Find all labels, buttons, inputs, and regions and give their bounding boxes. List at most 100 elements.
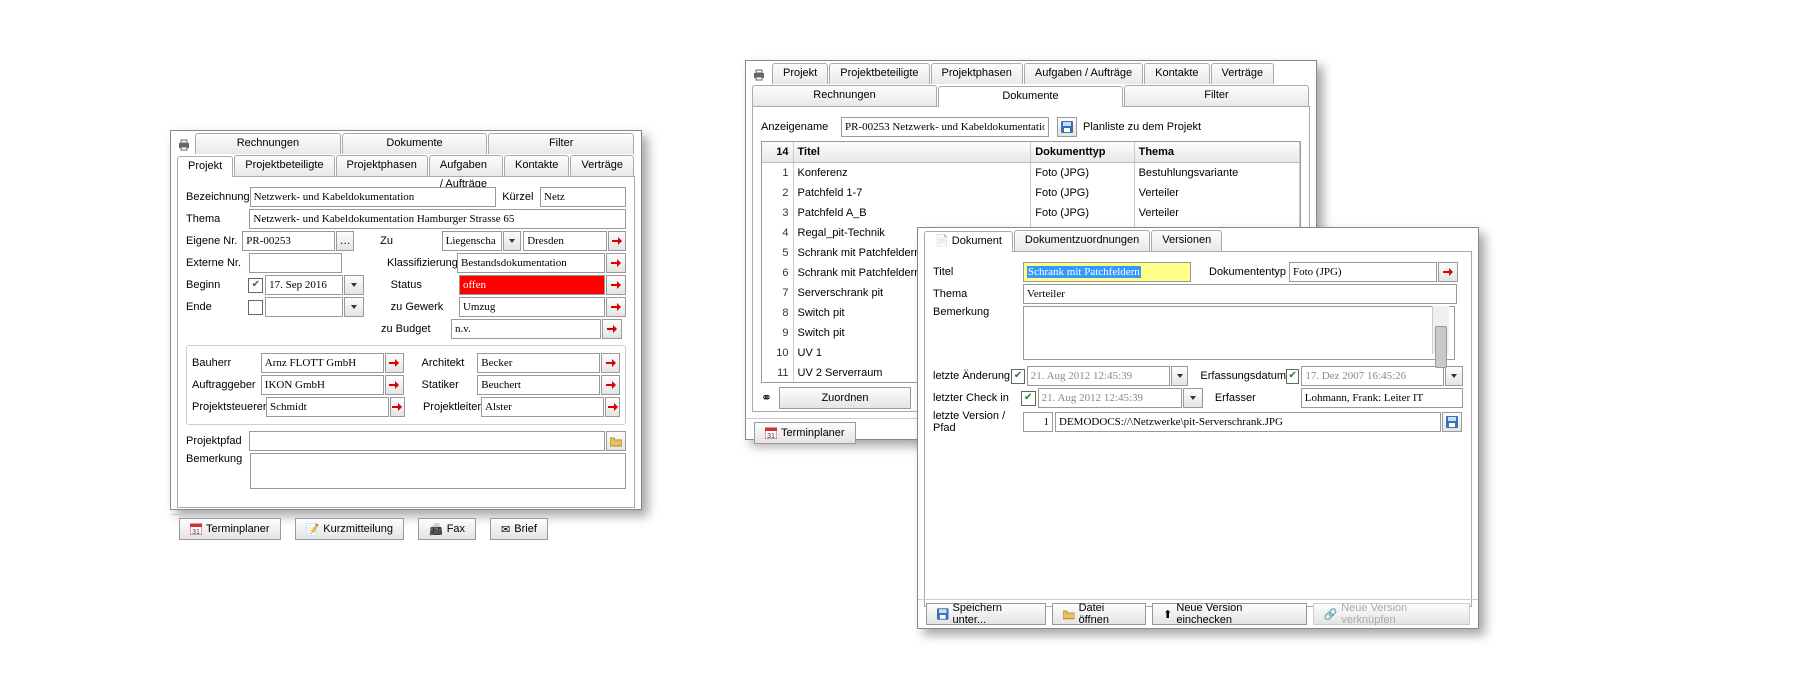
detail-thema-input[interactable] [1023,284,1457,304]
printer-icon [752,68,768,84]
bauherr-go[interactable] [385,353,404,373]
letzter-checkin-dd[interactable] [1183,388,1203,408]
ende-checkbox[interactable] [248,300,263,315]
beginn-checkbox[interactable]: ✔ [248,278,263,293]
bauherr-label: Bauherr [192,357,261,369]
planliste-icon-button[interactable] [1057,117,1077,137]
table-row[interactable]: 2Patchfeld 1-7Foto (JPG)Verteiler [762,183,1300,203]
projektleiter-go[interactable] [605,397,620,417]
printer-icon [177,138,191,154]
klass-go[interactable] [606,253,626,273]
tab-projektbeteiligte[interactable]: Projektbeteiligte [234,155,334,176]
zu-select[interactable]: Liegenscha [442,231,503,251]
ende-input[interactable] [265,297,343,317]
zuordnen-button[interactable]: Zuordnen [779,387,911,409]
ende-label: Ende [186,301,248,313]
externenr-input[interactable] [249,253,342,273]
tab-projektphasen[interactable]: Projektphasen [336,155,428,176]
tab-dokumente-r[interactable]: Dokumente [938,86,1123,107]
tab-aufgaben[interactable]: Aufgaben / Aufträge [429,155,503,176]
terminplaner-button-r[interactable]: Terminplaner [754,422,856,444]
klass-input[interactable] [457,253,605,273]
kurzmitteilung-button[interactable]: 📝Kurzmitteilung [295,518,404,540]
beginn-input[interactable] [265,275,343,295]
anzeigename-input[interactable] [841,117,1049,137]
tab-aufgaben-r[interactable]: Aufgaben / Aufträge [1024,63,1143,84]
tab-kontakte[interactable]: Kontakte [504,155,569,176]
speichern-unter-button[interactable]: Speichern unter... [926,603,1046,625]
tab-projektphasen-r[interactable]: Projektphasen [931,63,1023,84]
eigenenr-input[interactable] [242,231,335,251]
zu-dd[interactable] [503,231,521,251]
table-row[interactable]: 1KonferenzFoto (JPG)Bestuhlungsvariante [762,163,1300,184]
tab-projektbeteiligte-r[interactable]: Projektbeteiligte [829,63,929,84]
detail-thema-label: Thema [933,288,1023,300]
architekt-go[interactable] [601,353,620,373]
brief-button[interactable]: ✉Brief [490,518,548,540]
eigenenr-label: Eigene Nr. [186,235,242,247]
tab-versionen[interactable]: Versionen [1151,230,1222,251]
letzte-aenderung-dd[interactable] [1171,366,1189,386]
projektpfad-input[interactable] [249,431,605,451]
budget-input[interactable] [451,319,601,339]
projektsteuerer-go[interactable] [390,397,405,417]
neue-version-einchecken-button[interactable]: ⬆Neue Version einchecken [1152,603,1306,625]
fax-button[interactable]: 📠Fax [418,518,476,540]
doctype-go[interactable] [1438,262,1458,282]
gewerk-input[interactable] [459,297,606,317]
tab-projekt-r[interactable]: Projekt [772,63,828,84]
gewerk-go[interactable] [606,297,626,317]
neue-version-verknuepfen-button: 🔗Neue Version verknüpfen [1313,603,1471,625]
ende-dd[interactable] [344,297,364,317]
letzte-version-pfad[interactable] [1055,412,1441,432]
tab-filter-r[interactable]: Filter [1124,85,1309,106]
projektsteuerer-input[interactable] [266,397,389,417]
thema-input[interactable] [249,209,626,229]
detail-bemerkung-textarea[interactable] [1023,306,1455,360]
bemerkung-label: Bemerkung [186,453,250,465]
statiker-input[interactable] [477,375,600,395]
anzeigename-label: Anzeigename [761,121,841,133]
projektpfad-browse[interactable] [606,431,626,451]
table-row[interactable]: 3Patchfeld A_BFoto (JPG)Verteiler [762,203,1300,223]
tab-dokumentzuordnungen[interactable]: Dokumentzuordnungen [1014,230,1150,251]
doctype-input[interactable] [1289,262,1437,282]
zu2-input[interactable] [523,231,607,251]
architekt-input[interactable] [477,353,600,373]
terminplaner-button[interactable]: Terminplaner [179,518,281,540]
bezeichnung-input[interactable] [250,187,497,207]
letzte-version-disk[interactable] [1442,412,1462,432]
kuerzel-input[interactable] [540,187,626,207]
tab-rechnungen[interactable]: Rechnungen [195,133,341,154]
tab-kontakte-r[interactable]: Kontakte [1144,63,1209,84]
status-value[interactable]: offen [459,275,606,295]
bemerkung-textarea[interactable] [250,453,626,489]
projektleiter-input[interactable] [481,397,604,417]
erfasser-value[interactable] [1301,388,1463,408]
titel-input[interactable]: Schrank mit Patchfeldern [1023,262,1191,282]
projektleiter-label: Projektleiter [423,401,481,413]
tab-rechnungen-r[interactable]: Rechnungen [752,85,937,106]
datei-oeffnen-button[interactable]: Datei öffnen [1052,603,1146,625]
tab-dokumente-left[interactable]: Dokumente [342,133,488,154]
zu2-go[interactable] [608,231,626,251]
status-go[interactable] [606,275,626,295]
auftraggeber-input[interactable] [261,375,384,395]
scrollbar[interactable] [1432,306,1449,354]
tab-projekt[interactable]: Projekt [177,156,233,177]
statiker-go[interactable] [601,375,620,395]
tab-dokument[interactable]: 📄 Dokument [924,231,1013,252]
auftraggeber-go[interactable] [385,375,404,395]
status-label: Status [391,279,459,291]
letzte-version-n[interactable] [1023,412,1053,432]
budget-go[interactable] [602,319,622,339]
erfassungsdatum-dd[interactable] [1445,366,1463,386]
tab-vertraege[interactable]: Verträge [570,155,634,176]
bauherr-input[interactable] [261,353,384,373]
tab-filter-left[interactable]: Filter [488,133,634,154]
eigenenr-lookup[interactable]: … [336,231,354,251]
project-bottombar: Terminplaner 📝Kurzmitteilung 📠Fax ✉Brief [171,514,641,543]
project-pane: Bezeichnung Kürzel Thema Eigene Nr. … Zu… [177,176,635,508]
tab-vertraege-r[interactable]: Verträge [1211,63,1275,84]
beginn-dd[interactable] [344,275,364,295]
